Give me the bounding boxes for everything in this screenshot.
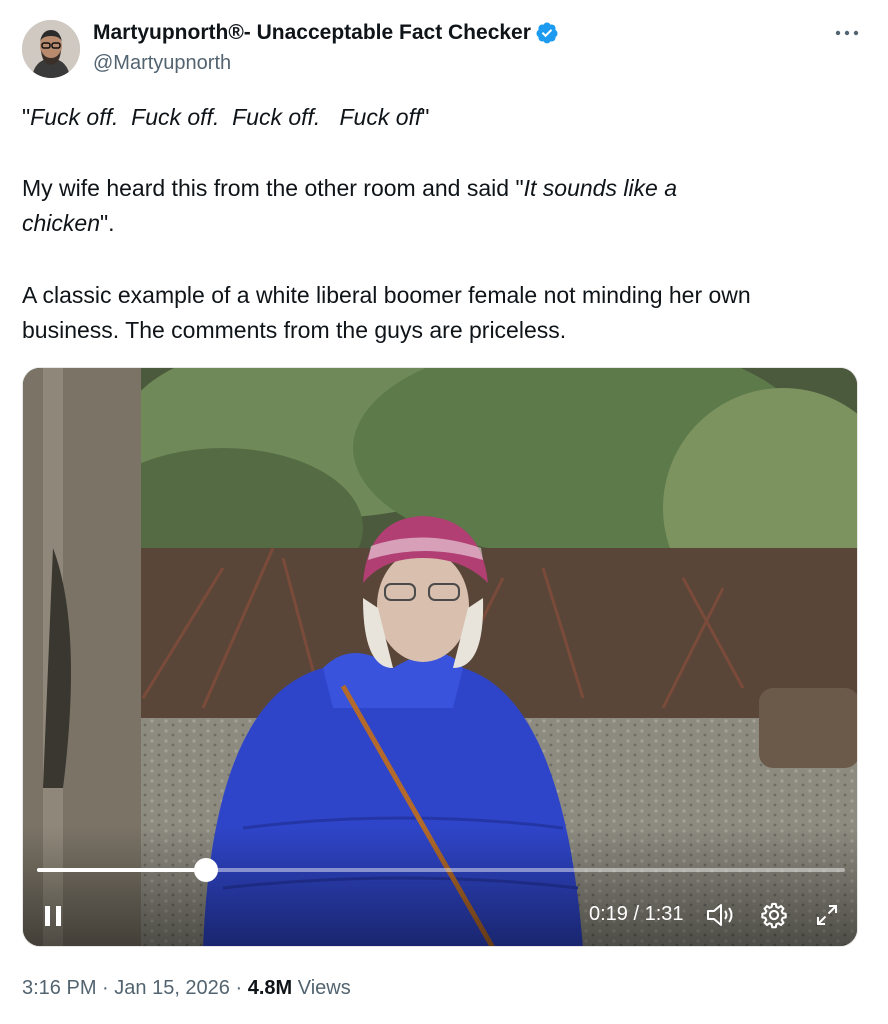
video-progress-handle[interactable]	[193, 858, 218, 882]
tweet-text-line-2: My wife heard this from the other room a…	[22, 175, 678, 201]
tweet-text-line-3: chicken".	[22, 210, 115, 236]
video-progress-fill	[37, 868, 206, 872]
video-player[interactable]: 0:19 / 1:31	[22, 367, 858, 947]
tweet-meta: 3:16 PM · Jan 15, 2026 · 4.8M Views	[22, 977, 351, 999]
views-label: Views	[292, 977, 351, 999]
avatar[interactable]	[22, 20, 80, 78]
tweet-text-line-4: A classic example of a white liberal boo…	[22, 282, 751, 308]
verified-badge-icon	[536, 22, 558, 44]
gear-icon[interactable]	[760, 901, 788, 929]
quote-italic-3: chicken	[22, 210, 100, 236]
pause-icon[interactable]	[43, 904, 65, 928]
more-horizontal-icon[interactable]	[834, 26, 860, 40]
video-duration: 1:31	[644, 903, 684, 925]
expand-icon[interactable]	[815, 903, 839, 927]
tweet-text-line-5: business. The comments from the guys are…	[22, 317, 567, 343]
tweet-date[interactable]: Jan 15, 2026	[114, 977, 230, 999]
author-handle[interactable]: @Martyupnorth	[93, 52, 231, 75]
volume-icon[interactable]	[705, 901, 735, 929]
tweet-card: Martyupnorth®- Unacceptable Fact Checker…	[0, 0, 888, 1024]
views-count: 4.8M	[247, 977, 293, 999]
video-progress-bar[interactable]	[37, 858, 845, 882]
tweet-text-line-1: "Fuck off. Fuck off. Fuck off. Fuck off"	[22, 104, 430, 130]
quote-italic-2: It sounds like a	[523, 175, 678, 201]
video-time-readout: 0:19 / 1:31	[589, 903, 684, 925]
tweet-time[interactable]: 3:16 PM	[22, 977, 96, 999]
author-display-name[interactable]: Martyupnorth®- Unacceptable Fact Checker	[93, 21, 531, 45]
author-name-row: Martyupnorth®- Unacceptable Fact Checker	[93, 21, 559, 45]
quote-italic: Fuck off. Fuck off. Fuck off. Fuck off	[30, 104, 422, 130]
video-elapsed: 0:19	[589, 903, 628, 925]
